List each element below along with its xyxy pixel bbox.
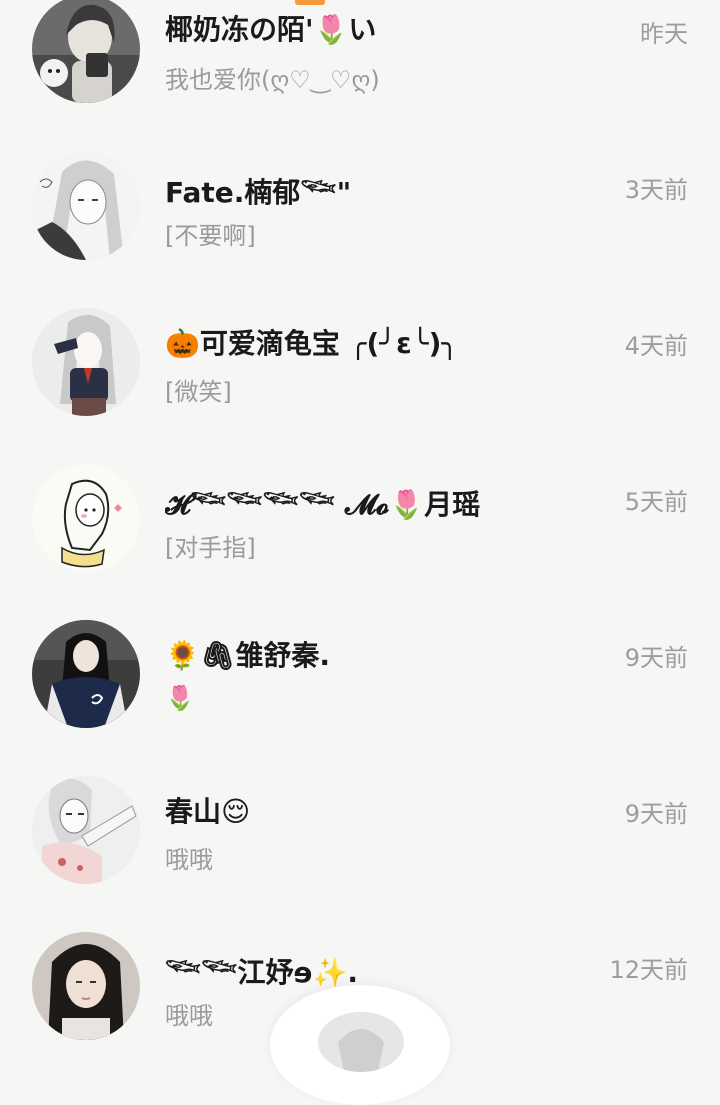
girl-car-avatar-icon xyxy=(32,0,140,103)
photo-girl-avatar-icon xyxy=(32,932,140,1040)
avatar[interactable] xyxy=(32,932,140,1040)
avatar[interactable] xyxy=(32,0,140,103)
message-time: 4天前 xyxy=(624,332,688,360)
jacket-girl-avatar-icon xyxy=(32,620,140,728)
contact-name: Fate.楠郁𓆝" xyxy=(165,176,352,209)
contact-name: 𝓗𓆝𓆝𓆝𓆝 𝓜𝓸🌷月瑶 xyxy=(165,488,481,521)
sketch-avatar-icon xyxy=(318,1012,404,1072)
center-avatar-icon[interactable] xyxy=(318,1012,404,1072)
message-time: 9天前 xyxy=(624,644,688,672)
uniform-girl-avatar-icon xyxy=(32,308,140,416)
conversation-item[interactable]: Fate.楠郁𓆝" [不要啊] 3天前 xyxy=(0,150,720,280)
avatar[interactable] xyxy=(32,464,140,572)
message-preview: 哦哦 xyxy=(165,1002,213,1030)
message-time: 3天前 xyxy=(624,176,688,204)
conversation-item[interactable]: 𝓗𓆝𓆝𓆝𓆝 𝓜𝓸🌷月瑶 [对手指] 5天前 xyxy=(0,462,720,592)
avatar[interactable] xyxy=(32,308,140,416)
message-preview: 🌷 xyxy=(165,684,195,712)
message-preview: [不要啊] xyxy=(165,222,256,250)
sketch-girl-avatar-icon xyxy=(32,152,140,260)
conversation-item[interactable]: 🌻🖇雏舒秦. 🌷 9天前 xyxy=(0,618,720,748)
message-preview: [微笑] xyxy=(165,378,232,406)
contact-name: 春山😌 xyxy=(165,795,251,828)
conversation-item[interactable]: 春山😌 哦哦 9天前 xyxy=(0,774,720,904)
conversation-item[interactable]: 🎃可爱滴龟宝 ╭(╯ε╰)╮ [微笑] 4天前 xyxy=(0,306,720,436)
contact-name: 🎃可爱滴龟宝 ╭(╯ε╰)╮ xyxy=(165,327,459,360)
message-time: 12天前 xyxy=(609,956,688,984)
contact-name: 𓆝𓆝江妤ɘ✨. xyxy=(165,956,358,989)
avatar[interactable] xyxy=(32,776,140,884)
cartoon-girl-avatar-icon xyxy=(32,464,140,572)
contact-name: 椰奶冻の陌'🌷い xyxy=(165,13,377,46)
avatar[interactable] xyxy=(32,620,140,728)
conversation-item[interactable]: 椰奶冻の陌'🌷い 我也爱你(ღ♡‿♡ღ) 昨天 xyxy=(0,0,720,130)
message-preview: 哦哦 xyxy=(165,846,213,874)
anime-girl-avatar-icon xyxy=(32,776,140,884)
message-time: 昨天 xyxy=(640,20,688,48)
message-preview: [对手指] xyxy=(165,534,256,562)
message-time: 9天前 xyxy=(624,800,688,828)
avatar[interactable] xyxy=(32,152,140,260)
message-preview: 我也爱你(ღ♡‿♡ღ) xyxy=(165,66,380,94)
contact-name: 🌻🖇雏舒秦. xyxy=(165,639,331,672)
message-time: 5天前 xyxy=(624,488,688,516)
